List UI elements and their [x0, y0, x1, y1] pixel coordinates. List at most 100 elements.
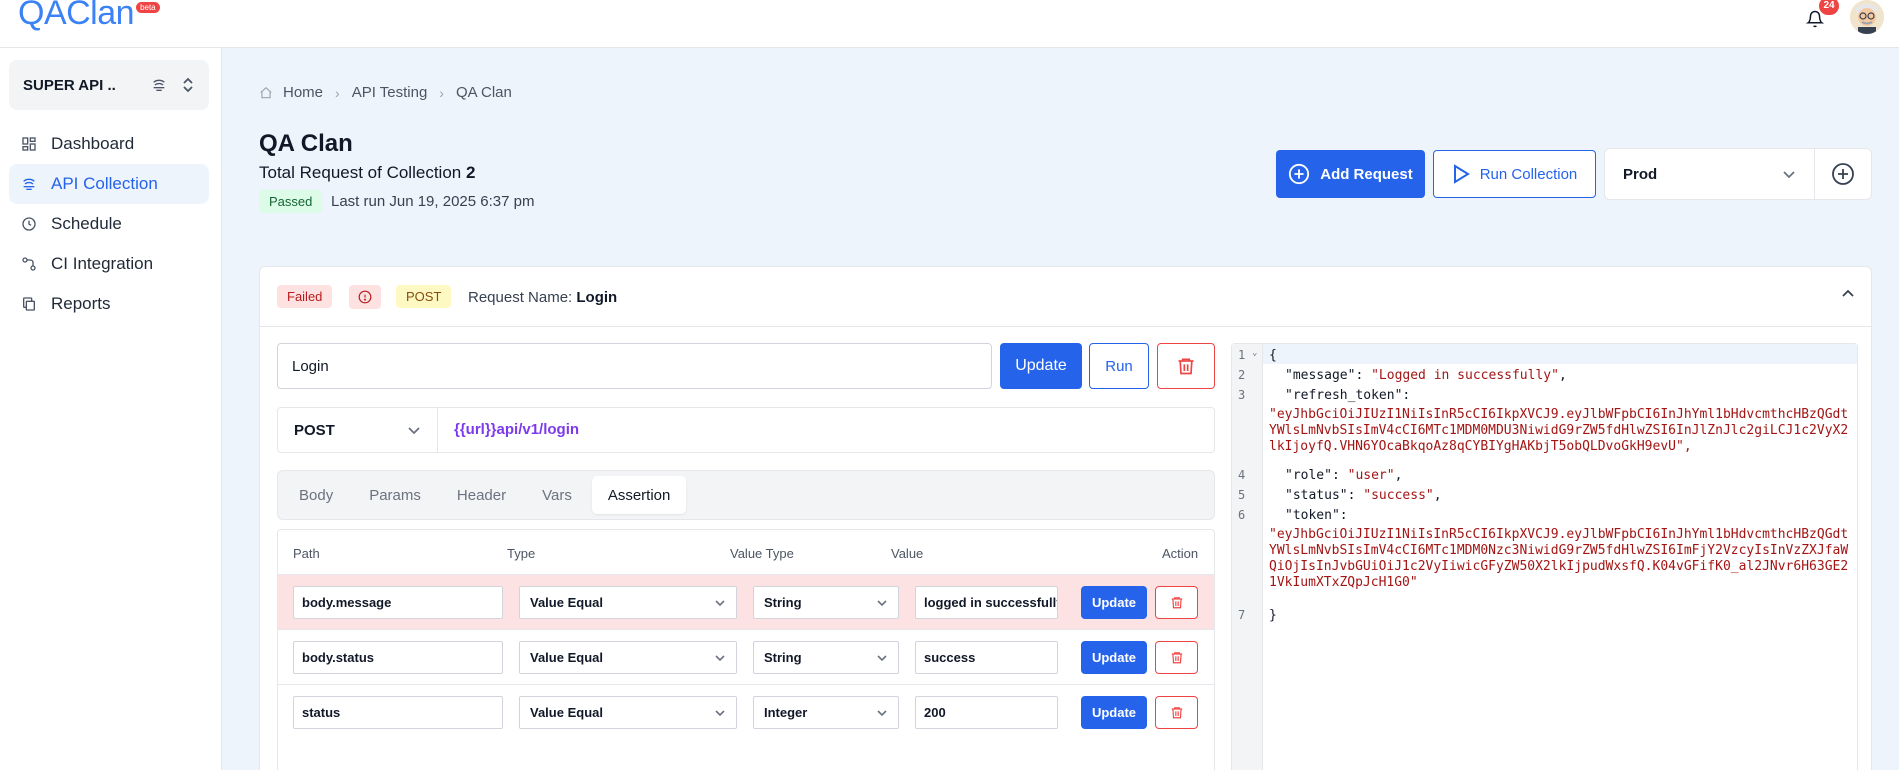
method-select[interactable]: POST	[278, 408, 438, 452]
sidebar: SUPER API .. Dashboard API Collection Sc…	[0, 48, 222, 770]
workspace-selector[interactable]: SUPER API ..	[9, 60, 209, 110]
assertion-type-select[interactable]: Value Equal	[519, 641, 737, 674]
assertion-value-input[interactable]: success	[915, 641, 1058, 674]
sidebar-nav: Dashboard API Collection Schedule CI Int…	[9, 124, 209, 324]
assertion-value-input[interactable]: logged in successfully	[915, 586, 1058, 619]
tab-params[interactable]: Params	[353, 476, 437, 514]
tab-body[interactable]: Body	[283, 476, 349, 514]
json-string: "eyJhbGciOiJIUzI1NiIsInR5cCI6IkpXVCJ9.ey…	[1269, 527, 1849, 590]
line-number: 3	[1238, 388, 1246, 402]
table-row: status Value Equal Integer 200 Update	[278, 684, 1214, 739]
add-request-button[interactable]: Add Request	[1276, 150, 1425, 198]
assertion-type-select[interactable]: Value Equal	[519, 586, 737, 619]
sidebar-item-api-collection[interactable]: API Collection	[9, 164, 209, 204]
assertion-path-input[interactable]: body.message	[293, 586, 503, 619]
assertion-value-type-select[interactable]: Integer	[753, 696, 899, 729]
fold-chevron-icon[interactable]: ⌄	[1252, 348, 1257, 358]
line-number: 4	[1238, 468, 1246, 482]
environment-select[interactable]: Prod	[1604, 148, 1815, 200]
column-header-type: Type	[507, 546, 536, 561]
chevron-right-icon: ›	[439, 84, 444, 101]
assertion-table: Path Type Value Type Value Action body.m…	[277, 529, 1215, 770]
code-line: "status": "success",	[1285, 488, 1442, 503]
sidebar-item-dashboard[interactable]: Dashboard	[9, 124, 209, 164]
method-badge: POST	[396, 285, 452, 308]
tab-vars[interactable]: Vars	[526, 476, 588, 514]
json-string: "eyJhbGciOiJIUzI1NiIsInR5cCI6IkpXVCJ9.ey…	[1269, 407, 1849, 454]
assertion-type-value: Value Equal	[530, 650, 603, 665]
json-comma: ,	[1394, 468, 1403, 483]
api-icon	[21, 176, 39, 192]
json-comma: ,	[1558, 368, 1567, 383]
assertion-path-input[interactable]: status	[293, 696, 503, 729]
chevron-up-icon[interactable]	[1841, 289, 1855, 299]
breadcrumb-home[interactable]: Home	[283, 84, 323, 101]
url-variable: {{url}}	[454, 421, 497, 438]
request-name: Request Name: Login	[468, 289, 617, 306]
response-viewer[interactable]: 1 ⌄ 2 3 4 5 6 7 { "message": "Logged in …	[1231, 343, 1858, 770]
delete-assertion-button[interactable]	[1155, 586, 1198, 619]
url-input[interactable]: {{url}}api/v1/login	[454, 421, 579, 438]
code-line: "message": "Logged in successfully",	[1285, 368, 1567, 383]
line-number: 6	[1238, 508, 1246, 522]
delete-assertion-button[interactable]	[1155, 641, 1198, 674]
page-title: QA Clan	[259, 130, 353, 157]
api-icon	[151, 77, 167, 93]
chevron-updown-icon	[181, 77, 195, 93]
play-icon	[1452, 164, 1480, 184]
home-icon	[259, 86, 273, 100]
last-run: Last run Jun 19, 2025 6:37 pm	[331, 193, 535, 210]
breadcrumb-api-testing[interactable]: API Testing	[352, 84, 428, 101]
tab-header[interactable]: Header	[441, 476, 522, 514]
run-request-button[interactable]: Run	[1089, 343, 1149, 389]
update-assertion-button[interactable]: Update	[1081, 586, 1147, 619]
status-badge: Passed	[259, 190, 323, 213]
assertion-value-type-select[interactable]: String	[753, 641, 899, 674]
sidebar-item-label: API Collection	[51, 174, 158, 193]
environment-value: Prod	[1623, 165, 1658, 183]
column-header-value: Value	[891, 546, 924, 561]
chevron-down-icon	[714, 599, 726, 607]
assertion-value-input[interactable]: 200	[915, 696, 1058, 729]
request-card: Failed POST Request Name: Login Login Up…	[259, 266, 1872, 770]
update-assertion-button[interactable]: Update	[1081, 696, 1147, 729]
sidebar-item-schedule[interactable]: Schedule	[9, 204, 209, 244]
sidebar-item-ci-integration[interactable]: CI Integration	[9, 244, 209, 284]
notification-count: 24	[1819, 0, 1839, 15]
url-path: api/v1/login	[496, 421, 580, 438]
run-collection-button[interactable]: Run Collection	[1433, 150, 1596, 198]
chevron-right-icon: ›	[335, 84, 340, 101]
delete-request-button[interactable]	[1157, 343, 1215, 389]
total-requests: Total Request of Collection 2	[259, 163, 475, 183]
column-header-path: Path	[293, 546, 320, 561]
app-logo[interactable]: QAClan beta	[18, 0, 160, 34]
delete-assertion-button[interactable]	[1155, 696, 1198, 729]
update-assertion-button[interactable]: Update	[1081, 641, 1147, 674]
request-name-value: Login	[576, 289, 618, 306]
assertion-type-value: Value Equal	[530, 595, 603, 610]
beta-badge: beta	[136, 2, 160, 13]
tab-assertion[interactable]: Assertion	[591, 476, 687, 514]
trash-icon	[1170, 705, 1184, 720]
info-icon[interactable]	[349, 285, 381, 309]
plus-circle-icon	[1288, 163, 1320, 185]
assertion-path-input[interactable]: body.status	[293, 641, 503, 674]
table-row: body.status Value Equal String success U…	[278, 629, 1214, 684]
sidebar-item-reports[interactable]: Reports	[9, 284, 209, 324]
assertion-value-type-select[interactable]: String	[753, 586, 899, 619]
request-name-label: Request Name:	[468, 289, 573, 306]
chevron-down-icon	[876, 709, 888, 717]
update-request-button[interactable]: Update	[1000, 343, 1082, 389]
run-collection-label: Run Collection	[1479, 165, 1578, 183]
user-avatar[interactable]	[1850, 0, 1884, 34]
breadcrumb: Home › API Testing › QA Clan	[259, 84, 512, 101]
add-request-label: Add Request	[1320, 165, 1413, 183]
add-environment-button[interactable]	[1814, 148, 1872, 200]
chevron-down-icon	[407, 425, 421, 435]
trash-icon	[1170, 650, 1184, 665]
chevron-down-icon	[1782, 169, 1796, 179]
assertion-type-select[interactable]: Value Equal	[519, 696, 737, 729]
request-name-input[interactable]: Login	[277, 343, 992, 389]
request-card-header[interactable]: Failed POST Request Name: Login	[260, 267, 1871, 327]
request-tabs: Body Params Header Vars Assertion	[277, 470, 1215, 520]
